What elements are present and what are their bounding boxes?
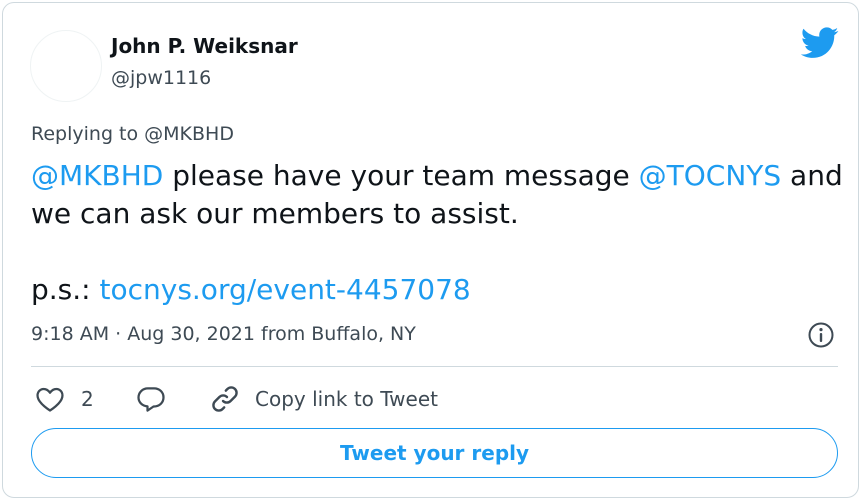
divider: [31, 366, 838, 367]
like-button[interactable]: 2: [35, 383, 94, 415]
copy-link-label: Copy link to Tweet: [255, 387, 438, 411]
link-icon: [212, 386, 238, 412]
mention-mkbhd[interactable]: @MKBHD: [31, 159, 163, 192]
tweet-your-reply-button[interactable]: Tweet your reply: [31, 428, 838, 478]
tweet-text: @MKBHD please have your team message @TO…: [31, 157, 846, 309]
reply-bubble-icon: [137, 387, 165, 412]
tweet-text-part1: please have your team message: [163, 159, 639, 192]
twitter-bird-icon[interactable]: [801, 27, 839, 59]
tweet-meta[interactable]: 9:18 AM · Aug 30, 2021 from Buffalo, NY: [31, 323, 416, 345]
replying-to: Replying to @MKBHD: [31, 123, 234, 145]
event-link[interactable]: tocnys.org/event-4457078: [100, 273, 471, 306]
author-name[interactable]: John P. Weiksnar: [111, 34, 298, 58]
mention-tocnys[interactable]: @TOCNYS: [639, 159, 782, 192]
like-count: 2: [81, 387, 94, 411]
author-handle[interactable]: @jpw1116: [111, 67, 211, 89]
copy-link-button[interactable]: Copy link to Tweet: [209, 383, 438, 415]
heart-icon: [36, 387, 64, 412]
avatar[interactable]: [30, 30, 102, 102]
reply-button[interactable]: [136, 383, 166, 415]
tweet-card: John P. Weiksnar @jpw1116 Replying to @M…: [2, 2, 859, 498]
info-icon[interactable]: [807, 321, 835, 349]
ps-label: p.s.:: [31, 273, 100, 306]
